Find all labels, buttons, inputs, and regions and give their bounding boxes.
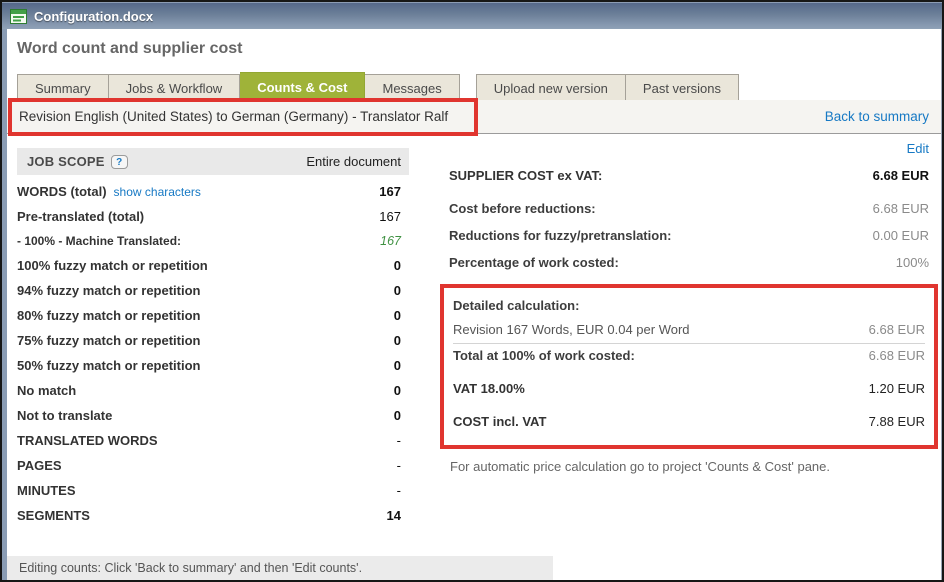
job-row-translated-words: TRANSLATED WORDS - bbox=[17, 428, 409, 453]
edit-link[interactable]: Edit bbox=[907, 141, 929, 156]
back-to-summary-link[interactable]: Back to summary bbox=[825, 109, 929, 124]
row-label: 94% fuzzy match or repetition bbox=[17, 283, 200, 298]
row-label: Not to translate bbox=[17, 408, 112, 423]
supplier-cost-pane: Edit SUPPLIER COST ex VAT: 6.68 EUR Cost… bbox=[439, 134, 941, 580]
row-value: 0 bbox=[394, 383, 401, 398]
tab-jobs-workflow[interactable]: Jobs & Workflow bbox=[109, 74, 241, 100]
detail-row-cost-incl-vat: COST incl. VAT 7.88 EUR bbox=[453, 402, 925, 435]
row-value: 0 bbox=[394, 358, 401, 373]
row-label: SEGMENTS bbox=[17, 508, 90, 523]
job-scope-label: JOB SCOPE bbox=[27, 154, 105, 169]
row-label: TRANSLATED WORDS bbox=[17, 433, 158, 448]
row-label: WORDS (total) bbox=[17, 184, 107, 199]
row-value: 0.00 EUR bbox=[873, 228, 929, 243]
revision-title: Revision English (United States) to Germ… bbox=[19, 109, 448, 124]
row-label: Revision 167 Words, EUR 0.04 per Word bbox=[453, 322, 690, 337]
row-value: 167 bbox=[379, 184, 401, 199]
job-row-no-match: No match 0 bbox=[17, 378, 409, 403]
job-row-fuzzy-100: 100% fuzzy match or repetition 0 bbox=[17, 253, 409, 278]
cost-row-percentage: Percentage of work costed: 100% bbox=[449, 249, 931, 276]
tab-counts-cost[interactable]: Counts & Cost bbox=[240, 72, 365, 100]
document-icon bbox=[10, 9, 27, 24]
content-area: Word count and supplier cost Summary Job… bbox=[2, 29, 942, 580]
row-value: 7.88 EUR bbox=[869, 414, 925, 429]
row-value: 0 bbox=[394, 258, 401, 273]
row-label: Cost before reductions: bbox=[449, 201, 596, 216]
row-label: Total at 100% of work costed: bbox=[453, 348, 635, 363]
row-label: PAGES bbox=[17, 458, 62, 473]
tab-past-versions[interactable]: Past versions bbox=[626, 74, 739, 100]
job-row-words-total: WORDS (total) show characters 167 bbox=[17, 179, 409, 204]
row-value: 6.68 EUR bbox=[869, 322, 925, 337]
window-title: Configuration.docx bbox=[34, 9, 153, 24]
detail-row-total: Total at 100% of work costed: 6.68 EUR bbox=[453, 344, 925, 369]
window-titlebar: Configuration.docx bbox=[2, 2, 942, 29]
row-label: - 100% - Machine Translated: bbox=[17, 234, 181, 248]
row-label: VAT 18.00% bbox=[453, 381, 525, 396]
tab-upload-new-version[interactable]: Upload new version bbox=[476, 74, 626, 100]
tab-summary[interactable]: Summary bbox=[17, 74, 109, 100]
scope-value: Entire document bbox=[306, 154, 401, 169]
job-row-machine-translated: - 100% - Machine Translated: 167 bbox=[17, 229, 409, 253]
row-label: SUPPLIER COST ex VAT: bbox=[449, 168, 602, 183]
row-value: 100% bbox=[896, 255, 929, 270]
row-label: 50% fuzzy match or repetition bbox=[17, 358, 200, 373]
red-highlight-detailed-calculation: Detailed calculation: Revision 167 Words… bbox=[440, 284, 938, 449]
row-value: 167 bbox=[379, 209, 401, 224]
cost-row-before-reductions: Cost before reductions: 6.68 EUR bbox=[449, 195, 931, 222]
cost-row-reductions: Reductions for fuzzy/pretranslation: 0.0… bbox=[449, 222, 931, 249]
tab-messages[interactable]: Messages bbox=[365, 74, 459, 100]
cost-row-supplier-cost: SUPPLIER COST ex VAT: 6.68 EUR bbox=[449, 162, 931, 195]
job-row-fuzzy-75: 75% fuzzy match or repetition 0 bbox=[17, 328, 409, 353]
tab-bar: Summary Jobs & Workflow Counts & Cost Me… bbox=[7, 64, 941, 100]
job-row-fuzzy-94: 94% fuzzy match or repetition 0 bbox=[17, 278, 409, 303]
job-row-minutes: MINUTES - bbox=[17, 478, 409, 503]
row-label: Reductions for fuzzy/pretranslation: bbox=[449, 228, 671, 243]
detail-row-vat: VAT 18.00% 1.20 EUR bbox=[453, 369, 925, 402]
job-scope-pane: JOB SCOPE ? Entire document WORDS (total… bbox=[7, 134, 439, 580]
edit-row: Edit bbox=[449, 138, 931, 162]
job-row-not-to-translate: Not to translate 0 bbox=[17, 403, 409, 428]
row-label: Percentage of work costed: bbox=[449, 255, 619, 270]
row-label: 100% fuzzy match or repetition bbox=[17, 258, 208, 273]
row-value: 6.68 EUR bbox=[873, 201, 929, 216]
job-row-pages: PAGES - bbox=[17, 453, 409, 478]
row-value: 1.20 EUR bbox=[869, 381, 925, 396]
row-value: 167 bbox=[380, 234, 401, 248]
row-label: MINUTES bbox=[17, 483, 76, 498]
row-value: 6.68 EUR bbox=[873, 168, 929, 183]
row-label: COST incl. VAT bbox=[453, 414, 546, 429]
job-row-fuzzy-50: 50% fuzzy match or repetition 0 bbox=[17, 353, 409, 378]
row-value: 14 bbox=[387, 508, 401, 523]
row-value: 6.68 EUR bbox=[869, 348, 925, 363]
row-value: 0 bbox=[394, 283, 401, 298]
help-icon[interactable]: ? bbox=[111, 155, 128, 169]
job-scope-header: JOB SCOPE ? Entire document bbox=[17, 148, 409, 175]
row-value: 0 bbox=[394, 408, 401, 423]
row-label: No match bbox=[17, 383, 76, 398]
row-label: 75% fuzzy match or repetition bbox=[17, 333, 200, 348]
page-title: Word count and supplier cost bbox=[7, 29, 941, 64]
row-label: Pre-translated (total) bbox=[17, 209, 144, 224]
show-characters-link[interactable]: show characters bbox=[114, 185, 201, 199]
detailed-calculation-heading: Detailed calculation: bbox=[453, 294, 925, 318]
app-window: Configuration.docx Word count and suppli… bbox=[0, 0, 944, 582]
row-value: - bbox=[397, 483, 401, 498]
detail-row-calc-line: Revision 167 Words, EUR 0.04 per Word 6.… bbox=[453, 318, 925, 344]
row-label: 80% fuzzy match or repetition bbox=[17, 308, 200, 323]
panes: JOB SCOPE ? Entire document WORDS (total… bbox=[7, 134, 941, 580]
row-value: - bbox=[397, 458, 401, 473]
job-row-pretranslated: Pre-translated (total) 167 bbox=[17, 204, 409, 229]
row-value: - bbox=[397, 433, 401, 448]
job-row-segments: SEGMENTS 14 bbox=[17, 503, 409, 528]
job-row-fuzzy-80: 80% fuzzy match or repetition 0 bbox=[17, 303, 409, 328]
row-value: 0 bbox=[394, 308, 401, 323]
editing-counts-note: Editing counts: Click 'Back to summary' … bbox=[7, 556, 553, 580]
auto-price-note: For automatic price calculation go to pr… bbox=[449, 449, 931, 474]
row-value: 0 bbox=[394, 333, 401, 348]
revision-header-bar: Revision English (United States) to Germ… bbox=[7, 100, 941, 134]
